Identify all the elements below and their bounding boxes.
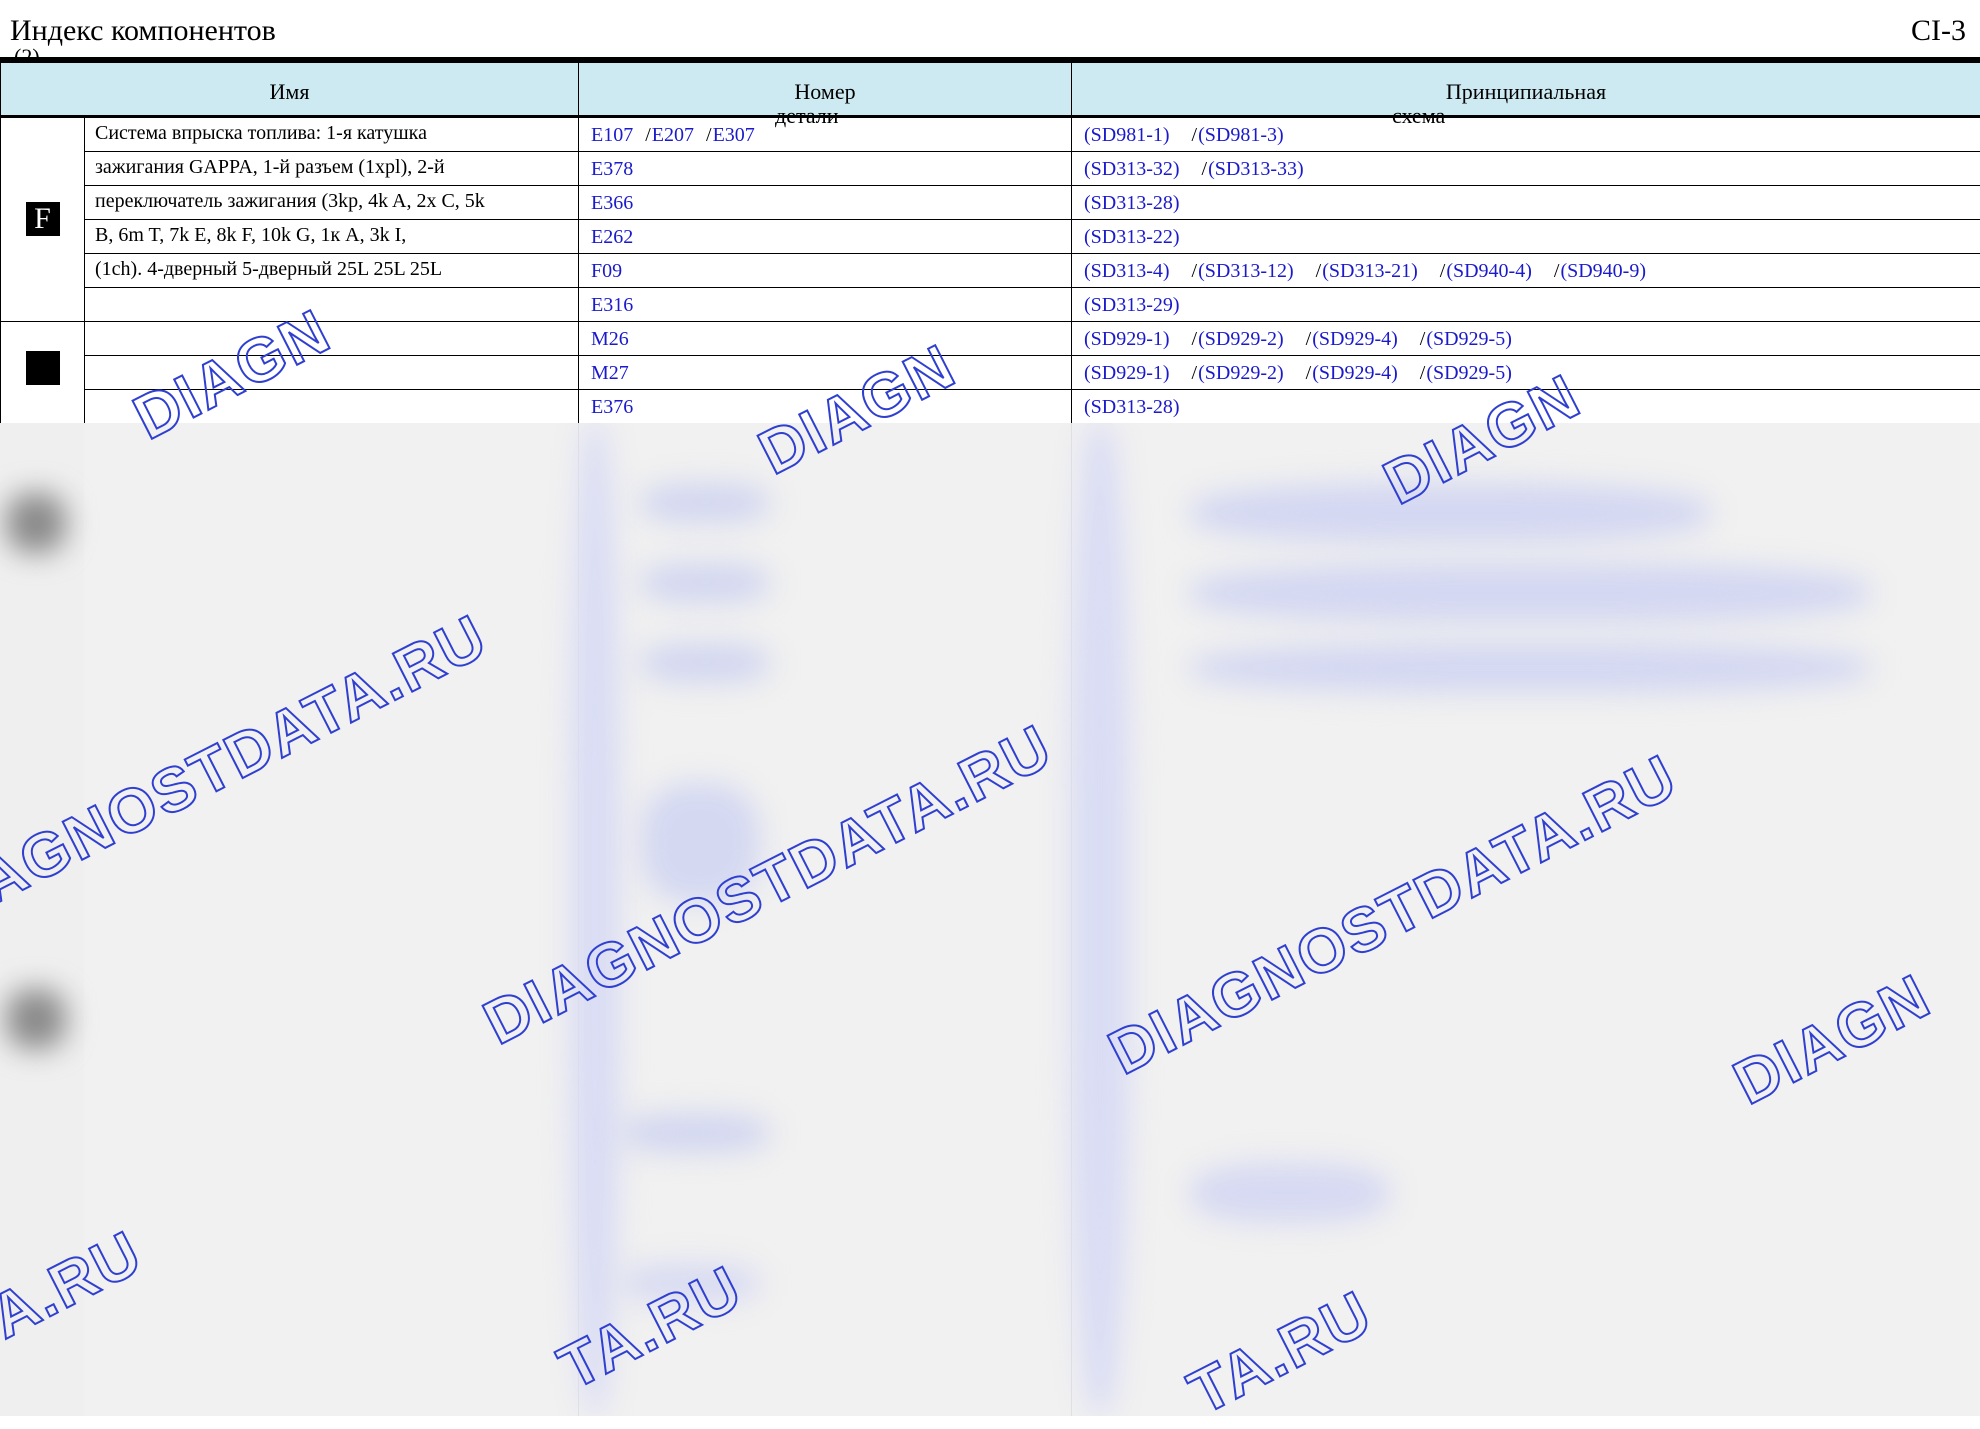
part-number-cell: E378 — [579, 152, 1072, 186]
part-number-link[interactable]: E107 — [591, 124, 633, 146]
schematic-cell: (SD313-22) — [1072, 220, 1980, 254]
schematic-link[interactable]: (SD313-4) — [1084, 260, 1170, 282]
blurred-marker — [6, 989, 66, 1049]
schematic-link[interactable]: (SD929-1) — [1084, 362, 1170, 384]
part-number-link[interactable]: E207 — [652, 124, 694, 146]
group-marker — [26, 351, 60, 385]
separator: / — [706, 124, 712, 146]
part-number-link[interactable]: M26 — [591, 328, 629, 350]
component-name-line: зажигания GAPPA, 1-й разъем (1xpl), 2-й — [95, 152, 578, 185]
column-header-part: Номер детали — [579, 63, 1072, 117]
document-title: Индекс компонентов — [10, 14, 276, 48]
schematic-cell: (SD313-29) — [1072, 288, 1980, 322]
separator: / — [1192, 328, 1198, 350]
schematic-link[interactable]: (SD929-4) — [1312, 362, 1398, 384]
part-number-link[interactable]: E307 — [713, 124, 755, 146]
part-number-cell: E366 — [579, 186, 1072, 220]
table-row: FСистема впрыска топлива: 1-я катушкаE10… — [1, 117, 1980, 152]
column-header-name: Имя — [1, 63, 579, 117]
group-marker: F — [26, 202, 60, 236]
separator: / — [1306, 362, 1312, 384]
schematic-cell: (SD313-4)/(SD313-12)/(SD313-21)/(SD940-4… — [1072, 254, 1980, 288]
component-name-line — [95, 288, 578, 321]
separator: / — [1202, 158, 1208, 180]
separator: / — [1316, 260, 1322, 282]
part-number-cell: E316 — [579, 288, 1072, 322]
schematic-link[interactable]: (SD929-2) — [1198, 362, 1284, 384]
group-marker-cell — [1, 322, 85, 424]
page-header: Индекс компонентов (2) CI-3 — [0, 0, 1980, 62]
component-name-cell: Система впрыска топлива: 1-я катушка — [85, 117, 579, 152]
page-code: CI-3 — [1911, 14, 1966, 48]
schematic-link[interactable]: (SD313-28) — [1084, 192, 1180, 214]
separator: / — [1554, 260, 1560, 282]
part-number-link[interactable]: E262 — [591, 226, 633, 248]
table-row: B, 6m T, 7k E, 8k F, 10k G, 1к A, 3k I, E… — [1, 220, 1980, 254]
part-number-link[interactable]: E316 — [591, 294, 633, 316]
schematic-link[interactable]: (SD313-12) — [1198, 260, 1294, 282]
schematic-link[interactable]: (SD313-21) — [1322, 260, 1418, 282]
table-row: E376 (SD313-28) — [1, 390, 1980, 424]
component-name-line: (1ch). 4-дверный 5-дверный 25L 25L 25L — [95, 254, 578, 287]
component-name-line: B, 6m T, 7k E, 8k F, 10k G, 1к A, 3k I, — [95, 220, 578, 253]
separator: / — [1192, 124, 1198, 146]
table-row: (1ch). 4-дверный 5-дверный 25L 25L 25L F0… — [1, 254, 1980, 288]
separator: / — [1420, 362, 1426, 384]
component-name-line: Система впрыска топлива: 1-я катушка — [95, 118, 578, 151]
schematic-link[interactable]: (SD940-9) — [1560, 260, 1646, 282]
schematic-link[interactable]: (SD929-5) — [1426, 328, 1512, 350]
schematic-link[interactable]: (SD929-2) — [1198, 328, 1284, 350]
part-number-link[interactable]: M27 — [591, 362, 629, 384]
schematic-link[interactable]: (SD929-4) — [1312, 328, 1398, 350]
component-name-cell: зажигания GAPPA, 1-й разъем (1xpl), 2-й — [85, 152, 579, 186]
schematic-cell: (SD313-32) /(SD313-33) — [1072, 152, 1980, 186]
part-number-link[interactable]: E366 — [591, 192, 633, 214]
part-number-cell: M27 — [579, 356, 1072, 390]
part-number-link[interactable]: E376 — [591, 396, 633, 418]
separator: / — [645, 124, 651, 146]
table-header-row: Имя Номер детали Принципиальная схема — [1, 63, 1980, 117]
separator: / — [1192, 362, 1198, 384]
component-name-line: переключатель зажигания (3kp, 4k A, 2x C… — [95, 186, 578, 219]
schematic-link[interactable]: (SD981-3) — [1198, 124, 1284, 146]
schematic-link[interactable]: (SD940-4) — [1446, 260, 1532, 282]
document-subtitle: (2) — [14, 46, 40, 57]
component-name-cell: (1ch). 4-дверный 5-дверный 25L 25L 25L — [85, 254, 579, 288]
separator: / — [1440, 260, 1446, 282]
component-name-cell — [85, 288, 579, 322]
table-row: переключатель зажигания (3kp, 4k A, 2x C… — [1, 186, 1980, 220]
blurred-content-area — [0, 423, 1980, 1416]
separator: / — [1420, 328, 1426, 350]
part-number-link[interactable]: E378 — [591, 158, 633, 180]
part-number-link[interactable]: F09 — [591, 260, 622, 282]
part-number-cell: E262 — [579, 220, 1072, 254]
schematic-link[interactable]: (SD313-28) — [1084, 396, 1180, 418]
schematic-link[interactable]: (SD313-32) — [1084, 158, 1180, 180]
schematic-cell: (SD313-28) — [1072, 186, 1980, 220]
schematic-cell: (SD929-1)/(SD929-2)/(SD929-4)/(SD929-5) — [1072, 322, 1980, 356]
schematic-link[interactable]: (SD981-1) — [1084, 124, 1170, 146]
component-name-cell: переключатель зажигания (3kp, 4k A, 2x C… — [85, 186, 579, 220]
separator: / — [1306, 328, 1312, 350]
group-marker-cell: F — [1, 117, 85, 322]
schematic-cell: (SD981-1) /(SD981-3) — [1072, 117, 1980, 152]
schematic-link[interactable]: (SD929-5) — [1426, 362, 1512, 384]
component-name-cell: B, 6m T, 7k E, 8k F, 10k G, 1к A, 3k I, — [85, 220, 579, 254]
part-number-cell: F09 — [579, 254, 1072, 288]
schematic-link[interactable]: (SD929-1) — [1084, 328, 1170, 350]
schematic-link[interactable]: (SD313-22) — [1084, 226, 1180, 248]
column-header-schematic: Принципиальная схема — [1072, 63, 1980, 117]
schematic-link[interactable]: (SD313-29) — [1084, 294, 1180, 316]
blurred-marker — [6, 493, 66, 553]
table-row: зажигания GAPPA, 1-й разъем (1xpl), 2-й E… — [1, 152, 1980, 186]
separator: / — [1192, 260, 1198, 282]
schematic-link[interactable]: (SD313-33) — [1208, 158, 1304, 180]
part-number-cell: M26 — [579, 322, 1072, 356]
